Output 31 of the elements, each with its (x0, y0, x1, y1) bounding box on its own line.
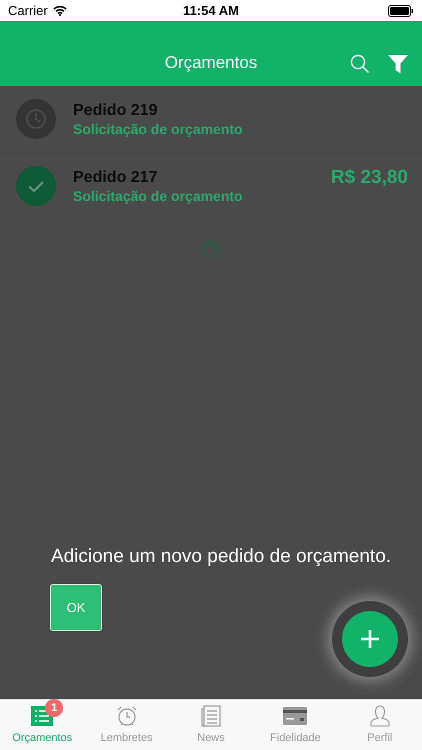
tab-item[interactable]: Lembretes (84, 700, 169, 750)
order-row[interactable]: Pedido 217 Solicitação de orçamento R$ 23,80 (0, 153, 422, 220)
carrier-name: Carrier (8, 3, 48, 18)
order-title: Pedido 217 (73, 168, 158, 186)
credit-card-icon (283, 707, 308, 725)
tab-item[interactable]: News (168, 700, 254, 750)
ok-button[interactable]: OK (50, 584, 102, 631)
loading-spinner-icon (200, 239, 222, 261)
filter-icon[interactable] (388, 54, 408, 74)
search-icon[interactable] (350, 54, 370, 74)
newspaper-icon (201, 705, 222, 727)
header-title: Orçamentos (164, 53, 258, 73)
tab-item[interactable]: Fidelidade (253, 700, 338, 750)
wifi-icon (52, 5, 67, 16)
notification-badge: 1 (45, 699, 64, 717)
tab-item[interactable]: Perfil (338, 700, 422, 750)
plus-icon (360, 629, 380, 649)
clock-icon (16, 99, 56, 139)
coach-message: Adicione um novo pedido de orçamento. (50, 546, 392, 568)
order-row[interactable]: Pedido 219 Solicitação de orçamento (0, 86, 422, 153)
add-button[interactable] (342, 611, 398, 667)
order-status: Solicitação de orçamento (73, 120, 244, 136)
person-icon (370, 705, 390, 727)
clock-time: 11:54 AM (183, 3, 239, 18)
check-icon (16, 166, 56, 206)
order-price: R$ 23,80 (330, 167, 408, 189)
tab-item[interactable]: 1 Orçamentos (0, 700, 84, 750)
battery-icon (388, 4, 414, 16)
order-title: Pedido 219 (73, 102, 158, 120)
order-status: Solicitação de orçamento (73, 188, 244, 204)
alarm-clock-icon (116, 705, 138, 727)
